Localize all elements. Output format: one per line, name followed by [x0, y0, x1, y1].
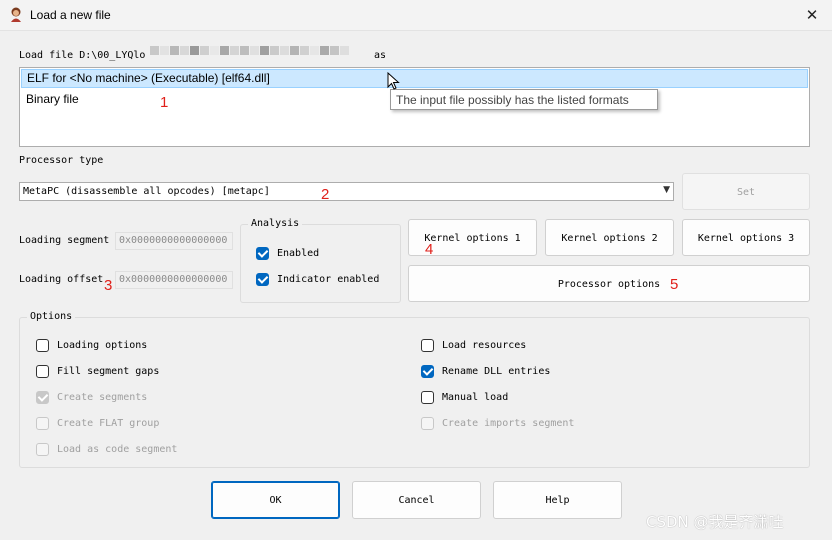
enabled-checkbox[interactable] — [256, 247, 269, 260]
annotation-4: 4 — [425, 241, 434, 258]
create-imports-segment-label: Create imports segment — [442, 418, 575, 429]
processor-type-label: Processor type — [19, 155, 104, 166]
loading-offset-label: Loading offset — [19, 274, 104, 285]
analysis-group — [240, 224, 401, 303]
ok-button[interactable]: OK — [211, 481, 340, 519]
annotation-3: 3 — [104, 277, 113, 294]
create-flat-group-checkbox[interactable] — [36, 417, 49, 430]
kernel-options-3-button[interactable]: Kernel options 3 — [682, 219, 810, 256]
format-item-elf[interactable]: ELF for <No machine> (Executable) [elf64… — [21, 69, 808, 88]
processor-options-label: Processor options — [557, 279, 661, 290]
create-segments-checkbox[interactable] — [36, 391, 49, 404]
manual-load-label[interactable]: Manual load — [442, 392, 508, 403]
fill-segment-gaps-checkbox[interactable] — [36, 365, 49, 378]
options-group-title: Options — [27, 311, 76, 322]
load-file-label: Load file D:\00_LYQlo — [19, 50, 146, 61]
load-as-code-segment-label: Load as code segment — [57, 444, 178, 455]
load-resources-checkbox[interactable] — [421, 339, 434, 352]
analysis-group-title: Analysis — [248, 218, 303, 229]
rename-dll-entries-label[interactable]: Rename DLL entries — [442, 366, 550, 377]
annotation-2: 2 — [321, 186, 330, 203]
annotation-1: 1 — [160, 94, 169, 111]
app-icon — [11, 7, 21, 22]
processor-type-select[interactable]: MetaPC (disassemble all opcodes) [metapc… — [19, 182, 674, 201]
set-button[interactable]: Set — [682, 173, 810, 210]
cancel-button-label: Cancel — [398, 495, 435, 506]
enabled-label[interactable]: Enabled — [277, 248, 319, 259]
formats-tooltip: The input file possibly has the listed f… — [390, 89, 658, 110]
loading-offset-input[interactable]: 0x0000000000000000 — [115, 271, 233, 289]
load-resources-label[interactable]: Load resources — [442, 340, 526, 351]
kernel-options-1-label: Kernel options 1 — [424, 233, 521, 244]
help-button[interactable]: Help — [493, 481, 622, 519]
load-as-code-segment-checkbox[interactable] — [36, 443, 49, 456]
loading-options-label[interactable]: Loading options — [57, 340, 147, 351]
chevron-down-icon: ▼ — [663, 185, 670, 195]
title-bar — [0, 0, 832, 31]
load-file-suffix: as — [374, 50, 387, 61]
cancel-button[interactable]: Cancel — [352, 481, 481, 519]
indicator-enabled-label[interactable]: Indicator enabled — [277, 274, 379, 285]
set-button-label: Set — [736, 187, 756, 198]
loading-options-checkbox[interactable] — [36, 339, 49, 352]
help-button-label: Help — [545, 495, 570, 506]
csdn-watermark: CSDN @我是齐潇哇 — [646, 513, 784, 531]
redacted-path — [150, 45, 350, 61]
create-segments-label: Create segments — [57, 392, 148, 403]
mouse-cursor-icon — [387, 72, 400, 90]
manual-load-checkbox[interactable] — [421, 391, 434, 404]
loading-segment-input[interactable]: 0x0000000000000000 — [115, 232, 233, 250]
create-flat-group-label: Create FLAT group — [57, 418, 160, 429]
close-icon[interactable]: ✕ — [800, 4, 824, 26]
kernel-options-3-label: Kernel options 3 — [697, 233, 795, 244]
annotation-5: 5 — [670, 276, 679, 293]
loading-segment-label: Loading segment — [19, 235, 110, 246]
window-title: Load a new file — [30, 8, 111, 22]
create-imports-segment-checkbox[interactable] — [421, 417, 434, 430]
kernel-options-2-button[interactable]: Kernel options 2 — [545, 219, 674, 256]
fill-segment-gaps-label[interactable]: Fill segment gaps — [57, 366, 159, 377]
kernel-options-2-label: Kernel options 2 — [561, 233, 658, 244]
ok-button-label: OK — [269, 495, 282, 506]
processor-options-button[interactable]: Processor options — [408, 265, 810, 302]
processor-selected-value: MetaPC (disassemble all opcodes) [metapc… — [23, 186, 270, 197]
indicator-enabled-checkbox[interactable] — [256, 273, 269, 286]
rename-dll-entries-checkbox[interactable] — [421, 365, 434, 378]
